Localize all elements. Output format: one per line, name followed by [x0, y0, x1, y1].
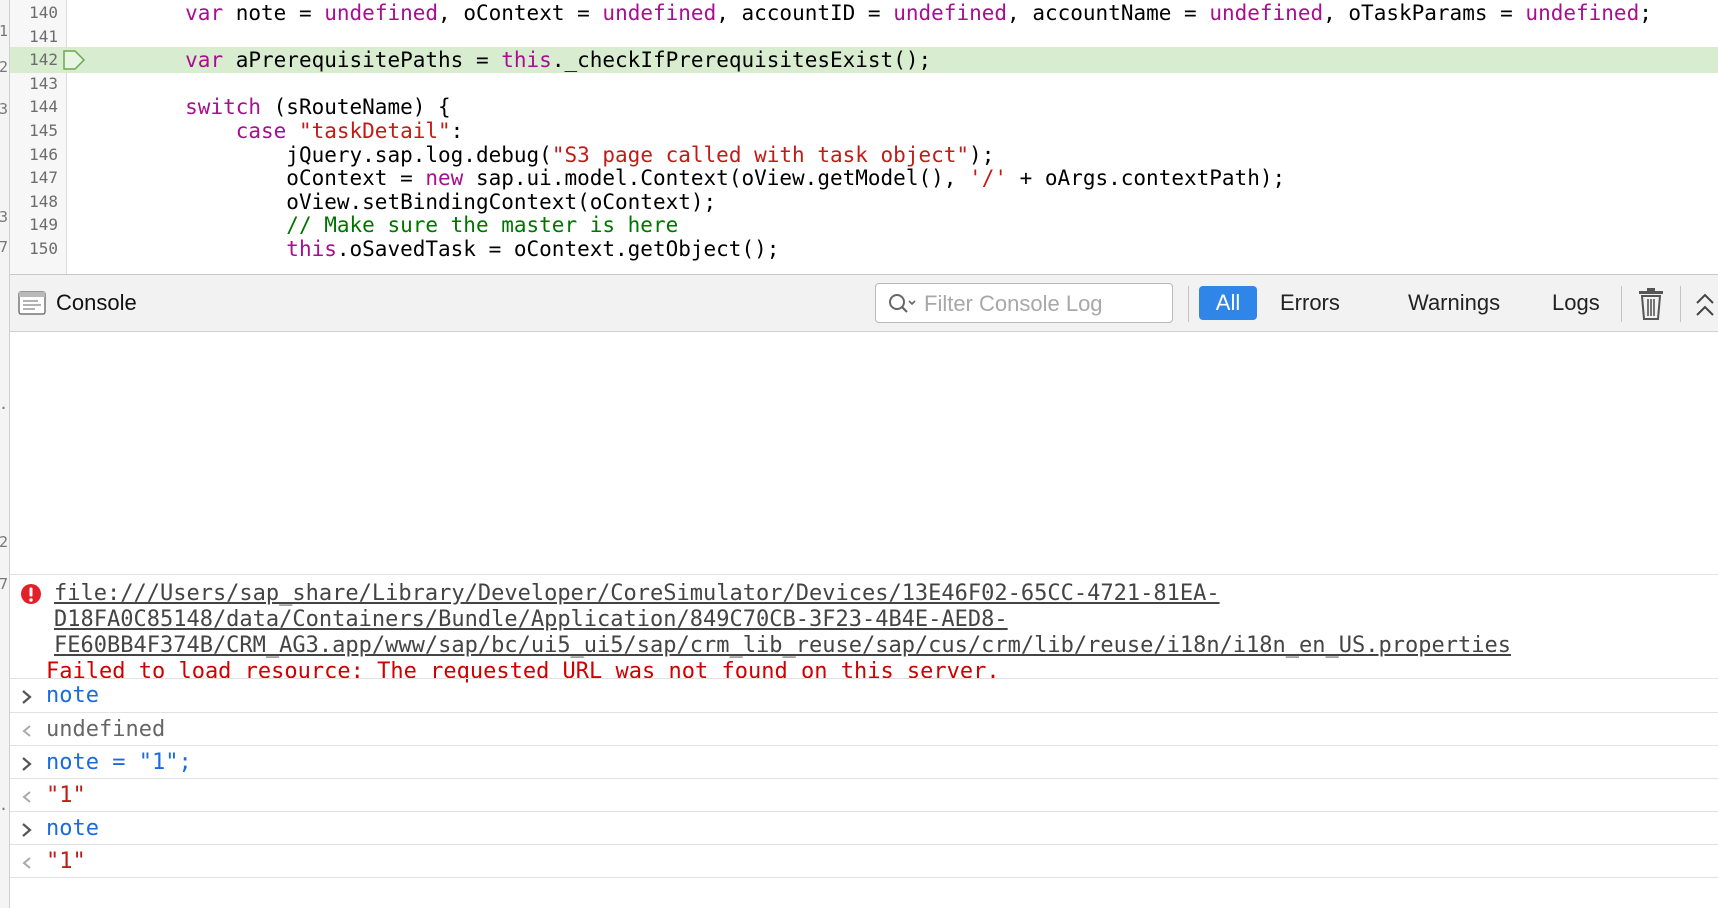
- code-editor[interactable]: 140 var note = undefined, oContext = und…: [10, 0, 1718, 274]
- chevron-up-icon[interactable]: [1694, 291, 1716, 319]
- code-text: oContext = new sap.ui.model.Context(oVie…: [286, 166, 1286, 190]
- trash-icon[interactable]: [1637, 287, 1665, 321]
- adjacent-pane-edge: 1 2 3 3 7. 2 7 ·: [0, 0, 10, 908]
- adjacent-pane-fragment: 1: [0, 22, 8, 40]
- line-number[interactable]: 144: [10, 94, 58, 120]
- filter-warnings-button[interactable]: Warnings: [1396, 286, 1512, 320]
- input-command-text: note: [46, 816, 99, 841]
- result-value-text: "1": [46, 783, 86, 808]
- code-text: var note = undefined, oContext = undefin…: [185, 1, 1652, 25]
- input-command-text: note = "1";: [46, 750, 192, 775]
- result-arrow-icon: [22, 791, 31, 803]
- line-number[interactable]: 140: [10, 0, 58, 26]
- result-value-text: undefined: [46, 717, 166, 742]
- console-error-message: file:///Users/sap_share/Library/Develope…: [10, 574, 1718, 684]
- toolbar-divider: [1680, 286, 1681, 322]
- code-text: var aPrerequisitePaths = this._checkIfPr…: [185, 48, 932, 72]
- result-arrow-icon: [22, 725, 31, 737]
- code-text: case "taskDetail":: [235, 119, 464, 143]
- adjacent-pane-fragment: 7: [0, 575, 8, 593]
- code-line: 144 switch (sRouteName) {: [10, 94, 1718, 120]
- code-line: 149 // Make sure the master is here: [10, 212, 1718, 238]
- console-log[interactable]: file:///Users/sap_share/Library/Develope…: [10, 332, 1718, 908]
- code-line: 140 var note = undefined, oContext = und…: [10, 0, 1718, 26]
- line-number[interactable]: 150: [10, 236, 58, 262]
- console-title: Console: [56, 290, 137, 315]
- code-line: 145 case "taskDetail":: [10, 118, 1718, 144]
- input-command-text: note: [46, 683, 99, 708]
- code-text: this.oSavedTask = oContext.getObject();: [286, 237, 780, 261]
- adjacent-pane-fragment: 2: [0, 58, 8, 76]
- filter-all-button[interactable]: All: [1199, 286, 1257, 320]
- code-text: // Make sure the master is here: [286, 213, 679, 237]
- result-value-text: "1": [46, 849, 86, 874]
- prompt-chevron-icon: [22, 757, 32, 771]
- console-result-entry: "1": [10, 778, 1718, 811]
- adjacent-pane-fragment: 7: [0, 238, 8, 256]
- console-result-entry: "1": [10, 844, 1718, 877]
- code-line: 150 this.oSavedTask = oContext.getObject…: [10, 236, 1718, 262]
- adjacent-pane-fragment: ·: [0, 800, 8, 818]
- code-line-current: 142 var aPrerequisitePaths = this._check…: [10, 47, 1718, 73]
- adjacent-pane-fragment: 2: [0, 533, 8, 551]
- line-number[interactable]: 149: [10, 212, 58, 238]
- prompt-chevron-icon: [22, 823, 32, 837]
- error-icon: [21, 584, 41, 604]
- error-source-url-line[interactable]: D18FA0C85148/data/Containers/Bundle/Appl…: [54, 607, 1008, 633]
- filter-logs-button[interactable]: Logs: [1540, 286, 1612, 320]
- error-source-url-line[interactable]: FE60BB4F374B/CRM_AG3.app/www/sap/bc/ui5_…: [54, 633, 1511, 659]
- line-number[interactable]: 145: [10, 118, 58, 144]
- console-input-entry: note: [10, 811, 1718, 844]
- toolbar-divider: [1188, 286, 1189, 322]
- toolbar-divider: [1621, 286, 1622, 322]
- adjacent-pane-fragment: .: [0, 395, 8, 413]
- result-arrow-icon: [22, 857, 31, 869]
- filter-errors-button[interactable]: Errors: [1268, 286, 1352, 320]
- error-source-url-line[interactable]: file:///Users/sap_share/Library/Develope…: [54, 581, 1220, 607]
- console-toolbar: Console All Errors Warnings Logs: [10, 274, 1718, 332]
- adjacent-pane-fragment: 3: [0, 100, 8, 118]
- console-input-entry: note = "1";: [10, 745, 1718, 778]
- prompt-chevron-icon: [22, 690, 32, 704]
- console-icon: [18, 291, 46, 315]
- code-line: 147 oContext = new sap.ui.model.Context(…: [10, 165, 1718, 191]
- code-text: switch (sRouteName) {: [185, 95, 451, 119]
- adjacent-pane-fragment: 3: [0, 208, 8, 226]
- filter-console-search[interactable]: [875, 283, 1173, 323]
- filter-console-input[interactable]: [922, 288, 1166, 320]
- console-input-entry: note: [10, 678, 1718, 712]
- search-icon: [889, 294, 916, 313]
- line-number[interactable]: 147: [10, 165, 58, 191]
- console-result-entry: undefined: [10, 712, 1718, 745]
- line-number[interactable]: 142: [10, 47, 58, 73]
- console-prompt-line[interactable]: [10, 877, 1718, 908]
